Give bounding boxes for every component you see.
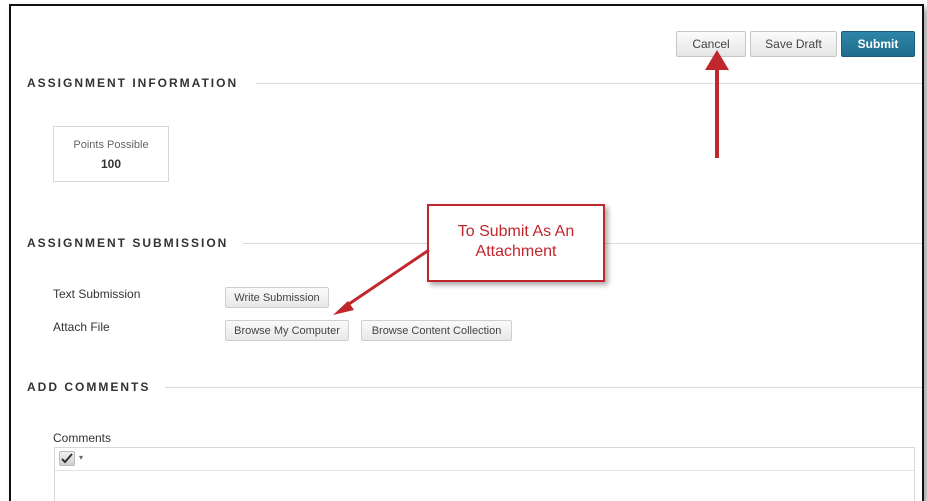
assignment-panel: Cancel Save Draft Submit ASSIGNMENT INFO…	[9, 4, 924, 501]
annotation-arrows	[333, 50, 729, 315]
arrow-to-browse-icon	[333, 248, 430, 315]
arrow-to-cancel-icon	[705, 50, 729, 158]
